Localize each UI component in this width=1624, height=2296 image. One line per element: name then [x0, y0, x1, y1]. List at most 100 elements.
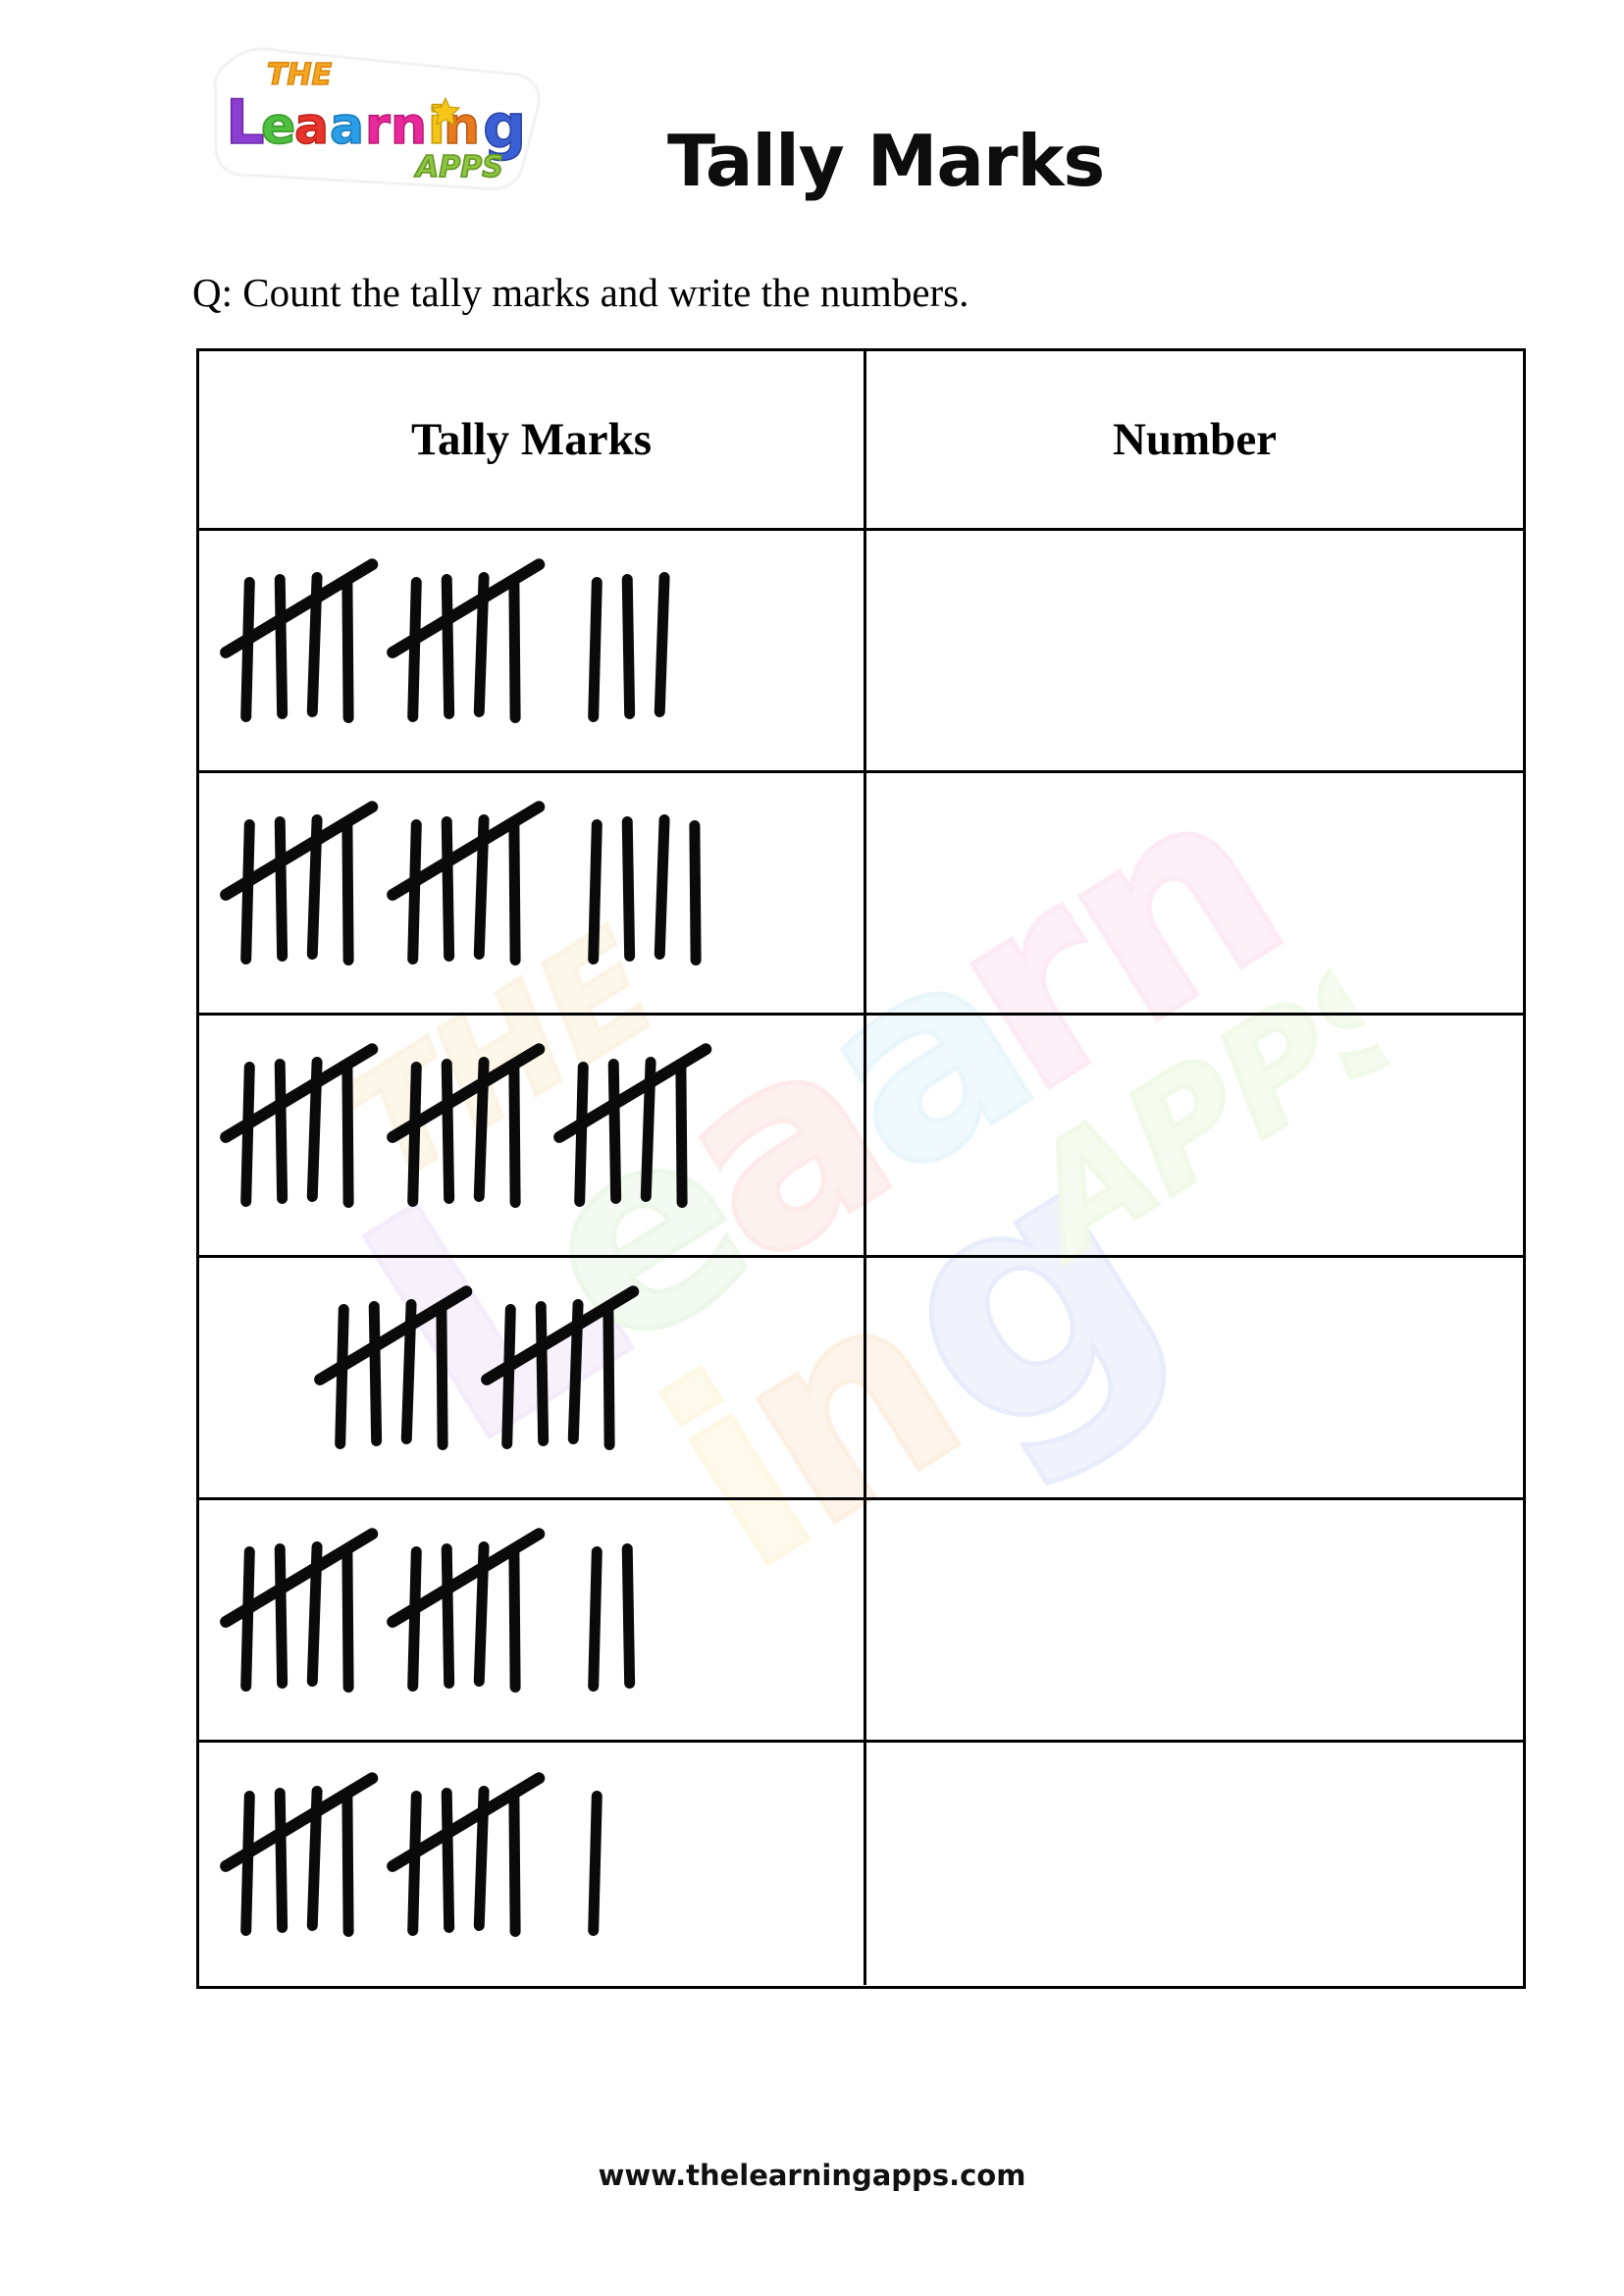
cell-number-answer[interactable] [866, 773, 1523, 1013]
tally-marks-figure [199, 773, 864, 1013]
tally-stroke [621, 573, 636, 720]
tally-stroke [441, 815, 455, 963]
svg-text:APPS: APPS [414, 150, 503, 184]
tally-stroke [501, 1303, 516, 1450]
tally-stroke [436, 1304, 448, 1451]
tally-stroke [240, 818, 255, 965]
tally-stroke [407, 1545, 422, 1693]
tally-group-of-five [384, 1526, 548, 1694]
tally-slash-stroke [384, 1526, 548, 1631]
tally-slash-stroke [384, 556, 548, 661]
tally-slash-stroke [384, 799, 548, 904]
table-row [199, 1500, 1523, 1743]
tally-group-of-five [217, 556, 381, 724]
tally-stroke [274, 815, 288, 963]
svg-text:a: a [294, 97, 329, 156]
tally-stroke [441, 573, 455, 720]
cell-tally-marks [199, 1500, 866, 1740]
tally-slash-stroke [217, 556, 381, 661]
tally-stroke [588, 818, 602, 965]
table-row [199, 1258, 1523, 1500]
svg-text:e: e [261, 97, 295, 156]
page-title: Tally Marks [667, 120, 1105, 202]
tally-stroke [588, 576, 602, 723]
tally-stroke [508, 1062, 521, 1209]
tally-group-of-five [384, 556, 548, 724]
tally-group-of-five [217, 1526, 381, 1694]
tally-stroke [508, 1546, 521, 1694]
tally-stroke [407, 1061, 422, 1208]
cell-tally-marks [199, 1258, 866, 1497]
tally-group-of-five [384, 1769, 548, 1938]
tally-stroke [240, 576, 255, 723]
cell-number-answer[interactable] [866, 1016, 1523, 1255]
tally-group-remainder [588, 571, 670, 724]
tally-stroke [341, 819, 354, 966]
tally-slash-stroke [550, 1041, 714, 1146]
worksheet-page: THE L e a a r n i n g APPS Tally Marks Q… [0, 0, 1624, 2296]
tally-stroke [508, 1791, 521, 1937]
tally-group-of-five [384, 1041, 548, 1209]
tally-stroke [654, 571, 670, 718]
tally-stroke [341, 1062, 354, 1209]
cell-tally-marks [199, 1743, 866, 1985]
tally-stroke [274, 1542, 288, 1690]
tally-stroke [441, 1058, 455, 1205]
tally-group-of-five [217, 1769, 381, 1938]
table-body [199, 531, 1523, 1985]
tally-stroke [654, 813, 670, 961]
tally-group-of-five [311, 1283, 475, 1451]
tally-slash-stroke [217, 1041, 381, 1146]
cell-number-answer[interactable] [866, 1500, 1523, 1740]
tally-stroke [621, 1542, 636, 1690]
cell-tally-marks [199, 773, 866, 1013]
tally-stroke [508, 819, 521, 966]
header-label-number: Number [1112, 414, 1278, 465]
tally-marks-figure [199, 531, 864, 770]
tally-group-of-five [384, 799, 548, 966]
header-cell-tally-marks: Tally Marks [199, 351, 866, 528]
tally-stroke [368, 1300, 383, 1447]
svg-text:a: a [330, 97, 364, 156]
svg-text:n: n [391, 97, 427, 156]
tally-stroke [535, 1300, 550, 1447]
svg-text:r: r [365, 97, 391, 156]
tally-slash-stroke [217, 1526, 381, 1631]
tally-stroke [240, 1545, 255, 1693]
instruction-text: Q: Count the tally marks and write the n… [192, 270, 969, 315]
header-cell-number: Number [866, 351, 1523, 528]
tally-stroke [274, 573, 288, 720]
footer-website-url: www.thelearningapps.com [598, 2159, 1026, 2192]
tally-marks-figure [199, 1500, 864, 1740]
tally-marks-table: Tally Marks Number [196, 348, 1526, 1989]
tally-stroke [274, 1787, 288, 1933]
tally-slash-stroke [384, 1041, 548, 1146]
tally-stroke [274, 1058, 288, 1205]
cell-number-answer[interactable] [866, 1258, 1523, 1497]
cell-number-answer[interactable] [866, 531, 1523, 770]
tally-slash-stroke [384, 1769, 548, 1874]
tally-slash-stroke [217, 799, 381, 904]
table-row [199, 1743, 1523, 1985]
tally-slash-stroke [311, 1283, 475, 1388]
tally-group-of-five [478, 1283, 642, 1451]
tally-stroke [621, 815, 636, 963]
tally-marks-figure [199, 1743, 864, 1985]
tally-group-of-five [217, 1041, 381, 1209]
tally-stroke [574, 1061, 589, 1208]
table-header-row: Tally Marks Number [199, 351, 1523, 531]
thelearningapps-logo: THE L e a a r n i n g APPS [192, 37, 567, 194]
tally-stroke [508, 577, 521, 724]
tally-stroke [341, 577, 354, 724]
tally-stroke [588, 1790, 602, 1936]
tally-stroke [441, 1787, 455, 1933]
tally-group-remainder [588, 813, 702, 966]
tally-stroke [588, 1545, 602, 1693]
tally-slash-stroke [478, 1283, 642, 1388]
tally-stroke [689, 819, 702, 966]
tally-slash-stroke [217, 1769, 381, 1874]
tally-marks-figure [199, 1258, 864, 1497]
cell-number-answer[interactable] [866, 1743, 1523, 1985]
tally-group-remainder [588, 1542, 636, 1694]
tally-group-remainder [588, 1790, 602, 1938]
